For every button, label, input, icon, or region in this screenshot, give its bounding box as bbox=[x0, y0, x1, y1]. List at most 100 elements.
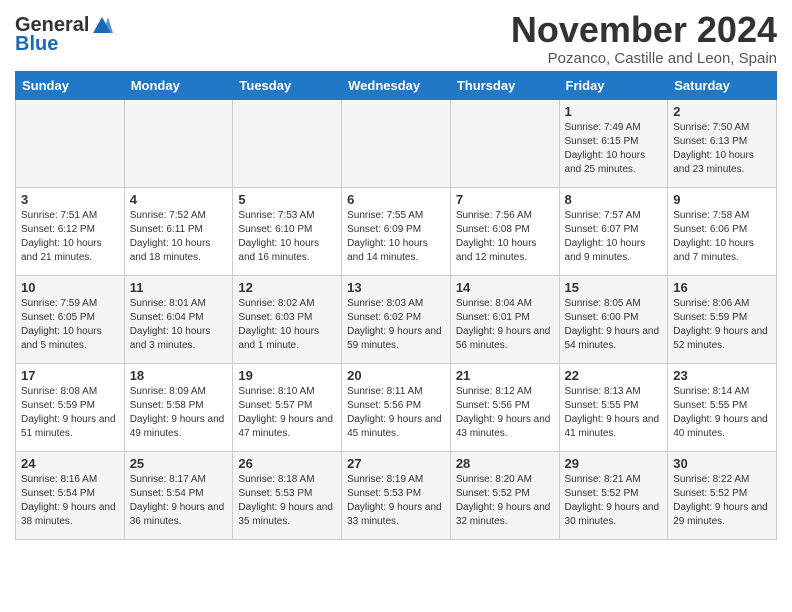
day-number: 14 bbox=[456, 280, 554, 295]
day-info: Sunrise: 7:49 AM Sunset: 6:15 PM Dayligh… bbox=[565, 121, 663, 177]
dow-friday: Friday bbox=[559, 71, 668, 99]
location: Pozanco, Castille and Leon, Spain bbox=[511, 50, 777, 67]
day-number: 7 bbox=[456, 192, 554, 207]
day-info: Sunrise: 7:52 AM Sunset: 6:11 PM Dayligh… bbox=[130, 209, 228, 265]
logo: General Blue bbox=[15, 14, 113, 56]
calendar-cell: 14 Sunrise: 8:04 AM Sunset: 6:01 PM Dayli… bbox=[450, 275, 559, 363]
day-info: Sunrise: 8:04 AM Sunset: 6:01 PM Dayligh… bbox=[456, 297, 554, 353]
calendar-cell: 2 Sunrise: 7:50 AM Sunset: 6:13 PM Daylig… bbox=[668, 99, 777, 187]
calendar-cell: 22Sunrise: 8:13 AM Sunset: 5:55 PM Dayli… bbox=[559, 363, 668, 451]
day-number: 6 bbox=[347, 192, 445, 207]
day-info: Sunrise: 8:01 AM Sunset: 6:04 PM Dayligh… bbox=[130, 297, 228, 353]
day-info: Sunrise: 7:55 AM Sunset: 6:09 PM Dayligh… bbox=[347, 209, 445, 265]
calendar-cell: 30Sunrise: 8:22 AM Sunset: 5:52 PM Dayli… bbox=[668, 451, 777, 539]
day-info: Sunrise: 8:10 AM Sunset: 5:57 PM Dayligh… bbox=[238, 385, 336, 441]
day-info: Sunrise: 7:57 AM Sunset: 6:07 PM Dayligh… bbox=[565, 209, 663, 265]
week-row-2: 3Sunrise: 7:51 AM Sunset: 6:12 PM Daylig… bbox=[16, 187, 777, 275]
day-info: Sunrise: 8:06 AM Sunset: 5:59 PM Dayligh… bbox=[673, 297, 771, 353]
calendar-cell: 1 Sunrise: 7:49 AM Sunset: 6:15 PM Daylig… bbox=[559, 99, 668, 187]
day-number: 29 bbox=[565, 456, 663, 471]
calendar-cell bbox=[450, 99, 559, 187]
day-number: 11 bbox=[130, 280, 228, 295]
day-number: 10 bbox=[21, 280, 119, 295]
dow-saturday: Saturday bbox=[668, 71, 777, 99]
day-number: 21 bbox=[456, 368, 554, 383]
day-info: Sunrise: 7:56 AM Sunset: 6:08 PM Dayligh… bbox=[456, 209, 554, 265]
calendar-cell bbox=[233, 99, 342, 187]
day-info: Sunrise: 8:02 AM Sunset: 6:03 PM Dayligh… bbox=[238, 297, 336, 353]
day-number: 26 bbox=[238, 456, 336, 471]
calendar-cell: 15 Sunrise: 8:05 AM Sunset: 6:00 PM Dayli… bbox=[559, 275, 668, 363]
day-info: Sunrise: 8:12 AM Sunset: 5:56 PM Dayligh… bbox=[456, 385, 554, 441]
day-number: 12 bbox=[238, 280, 336, 295]
calendar-cell: 4 Sunrise: 7:52 AM Sunset: 6:11 PM Daylig… bbox=[124, 187, 233, 275]
calendar-cell: 13 Sunrise: 8:03 AM Sunset: 6:02 PM Dayli… bbox=[342, 275, 451, 363]
day-info: Sunrise: 8:11 AM Sunset: 5:56 PM Dayligh… bbox=[347, 385, 445, 441]
calendar-cell: 21 Sunrise: 8:12 AM Sunset: 5:56 PM Dayli… bbox=[450, 363, 559, 451]
day-info: Sunrise: 8:19 AM Sunset: 5:53 PM Dayligh… bbox=[347, 473, 445, 529]
day-info: Sunrise: 8:21 AM Sunset: 5:52 PM Dayligh… bbox=[565, 473, 663, 529]
calendar-cell: 29 Sunrise: 8:21 AM Sunset: 5:52 PM Dayli… bbox=[559, 451, 668, 539]
week-row-1: 1 Sunrise: 7:49 AM Sunset: 6:15 PM Daylig… bbox=[16, 99, 777, 187]
month-title: November 2024 bbox=[511, 10, 777, 50]
day-info: Sunrise: 7:59 AM Sunset: 6:05 PM Dayligh… bbox=[21, 297, 119, 353]
day-info: Sunrise: 8:17 AM Sunset: 5:54 PM Dayligh… bbox=[130, 473, 228, 529]
calendar-cell: 26 Sunrise: 8:18 AM Sunset: 5:53 PM Dayli… bbox=[233, 451, 342, 539]
day-number: 18 bbox=[130, 368, 228, 383]
calendar-cell bbox=[342, 99, 451, 187]
calendar-cell bbox=[16, 99, 125, 187]
calendar-cell: 10 Sunrise: 7:59 AM Sunset: 6:05 PM Dayli… bbox=[16, 275, 125, 363]
calendar-cell: 3Sunrise: 7:51 AM Sunset: 6:12 PM Daylig… bbox=[16, 187, 125, 275]
calendar-cell: 18 Sunrise: 8:09 AM Sunset: 5:58 PM Dayli… bbox=[124, 363, 233, 451]
days-of-week-header: SundayMondayTuesdayWednesdayThursdayFrid… bbox=[16, 71, 777, 99]
calendar-cell: 28Sunrise: 8:20 AM Sunset: 5:52 PM Dayli… bbox=[450, 451, 559, 539]
day-info: Sunrise: 8:05 AM Sunset: 6:00 PM Dayligh… bbox=[565, 297, 663, 353]
day-info: Sunrise: 7:50 AM Sunset: 6:13 PM Dayligh… bbox=[673, 121, 771, 177]
day-number: 4 bbox=[130, 192, 228, 207]
calendar-cell: 12 Sunrise: 8:02 AM Sunset: 6:03 PM Dayli… bbox=[233, 275, 342, 363]
day-number: 19 bbox=[238, 368, 336, 383]
calendar-cell bbox=[124, 99, 233, 187]
dow-monday: Monday bbox=[124, 71, 233, 99]
day-number: 23 bbox=[673, 368, 771, 383]
day-number: 9 bbox=[673, 192, 771, 207]
calendar-cell: 17 Sunrise: 8:08 AM Sunset: 5:59 PM Dayli… bbox=[16, 363, 125, 451]
day-info: Sunrise: 8:09 AM Sunset: 5:58 PM Dayligh… bbox=[130, 385, 228, 441]
day-number: 22 bbox=[565, 368, 663, 383]
week-row-5: 24 Sunrise: 8:16 AM Sunset: 5:54 PM Dayli… bbox=[16, 451, 777, 539]
calendar-cell: 8 Sunrise: 7:57 AM Sunset: 6:07 PM Daylig… bbox=[559, 187, 668, 275]
day-number: 2 bbox=[673, 104, 771, 119]
calendar-cell: 24 Sunrise: 8:16 AM Sunset: 5:54 PM Dayli… bbox=[16, 451, 125, 539]
day-number: 1 bbox=[565, 104, 663, 119]
day-info: Sunrise: 7:51 AM Sunset: 6:12 PM Dayligh… bbox=[21, 209, 119, 265]
dow-wednesday: Wednesday bbox=[342, 71, 451, 99]
calendar-cell: 19 Sunrise: 8:10 AM Sunset: 5:57 PM Dayli… bbox=[233, 363, 342, 451]
day-info: Sunrise: 8:08 AM Sunset: 5:59 PM Dayligh… bbox=[21, 385, 119, 441]
day-info: Sunrise: 7:58 AM Sunset: 6:06 PM Dayligh… bbox=[673, 209, 771, 265]
day-number: 24 bbox=[21, 456, 119, 471]
day-number: 13 bbox=[347, 280, 445, 295]
day-info: Sunrise: 7:53 AM Sunset: 6:10 PM Dayligh… bbox=[238, 209, 336, 265]
dow-sunday: Sunday bbox=[16, 71, 125, 99]
calendar-cell: 23Sunrise: 8:14 AM Sunset: 5:55 PM Dayli… bbox=[668, 363, 777, 451]
week-row-4: 17 Sunrise: 8:08 AM Sunset: 5:59 PM Dayli… bbox=[16, 363, 777, 451]
day-number: 30 bbox=[673, 456, 771, 471]
day-number: 5 bbox=[238, 192, 336, 207]
calendar-cell: 5 Sunrise: 7:53 AM Sunset: 6:10 PM Daylig… bbox=[233, 187, 342, 275]
day-number: 16 bbox=[673, 280, 771, 295]
day-number: 8 bbox=[565, 192, 663, 207]
dow-tuesday: Tuesday bbox=[233, 71, 342, 99]
calendar-cell: 16 Sunrise: 8:06 AM Sunset: 5:59 PM Dayli… bbox=[668, 275, 777, 363]
day-info: Sunrise: 8:18 AM Sunset: 5:53 PM Dayligh… bbox=[238, 473, 336, 529]
calendar-cell: 9 Sunrise: 7:58 AM Sunset: 6:06 PM Daylig… bbox=[668, 187, 777, 275]
day-info: Sunrise: 8:16 AM Sunset: 5:54 PM Dayligh… bbox=[21, 473, 119, 529]
day-number: 17 bbox=[21, 368, 119, 383]
dow-thursday: Thursday bbox=[450, 71, 559, 99]
calendar-cell: 20 Sunrise: 8:11 AM Sunset: 5:56 PM Dayli… bbox=[342, 363, 451, 451]
day-info: Sunrise: 8:03 AM Sunset: 6:02 PM Dayligh… bbox=[347, 297, 445, 353]
day-number: 28 bbox=[456, 456, 554, 471]
day-number: 20 bbox=[347, 368, 445, 383]
calendar-cell: 7 Sunrise: 7:56 AM Sunset: 6:08 PM Daylig… bbox=[450, 187, 559, 275]
day-number: 15 bbox=[565, 280, 663, 295]
day-number: 27 bbox=[347, 456, 445, 471]
